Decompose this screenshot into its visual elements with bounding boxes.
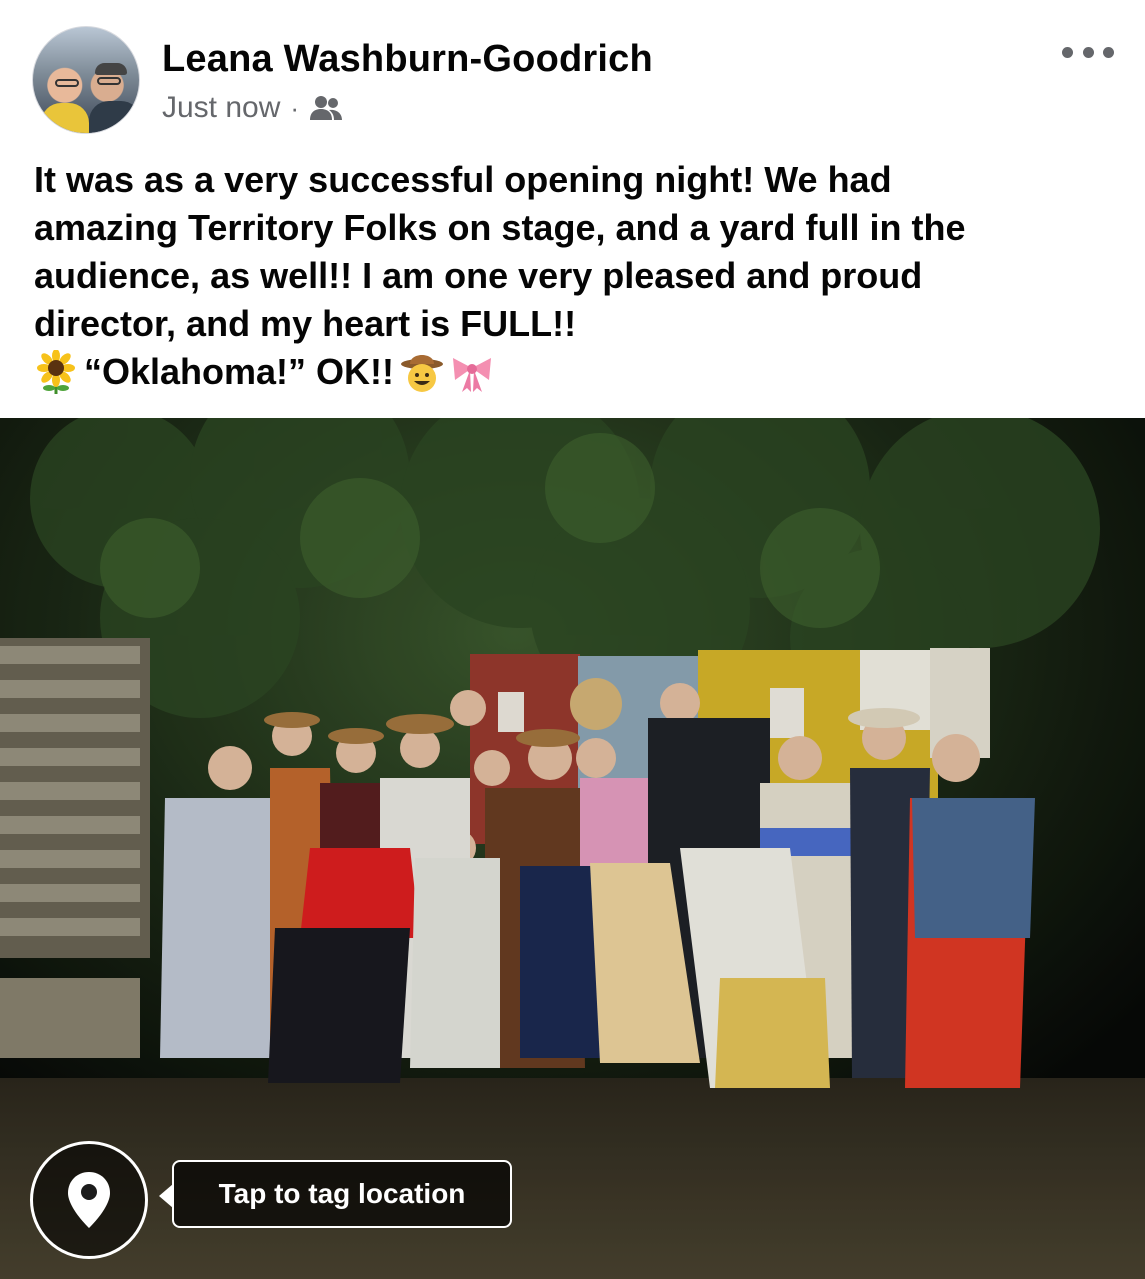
more-options-icon[interactable] [1062,36,1114,68]
meta-separator: · [290,92,300,123]
author-name[interactable]: Leana Washburn-Goodrich [162,38,653,81]
ribbon-emoji [453,358,492,392]
post-text-last-line: “Oklahoma!” OK!! [34,348,1124,396]
post-text-line: director, and my heart is FULL!! [34,303,577,344]
location-pin-icon[interactable] [30,1141,148,1259]
author-avatar[interactable] [32,26,140,134]
post-header: Leana Washburn-Goodrich Just now · [0,0,1145,150]
post-text-line: audience, as well!! I am one very please… [34,255,923,296]
tag-location-button[interactable]: Tap to tag location [159,1160,512,1228]
sunflower-emoji [37,350,75,394]
post-title-quote: “Oklahoma!” OK!! [84,351,395,392]
cast-group-photo [0,418,1145,1279]
friends-icon[interactable] [309,94,343,122]
post-text-line: It was as a very successful opening nigh… [34,159,892,200]
tag-location-label: Tap to tag location [218,1178,466,1209]
post-photo[interactable]: Tap to tag location [0,418,1145,1279]
post-text: It was as a very successful opening nigh… [34,156,1124,396]
post-text-line: amazing Territory Folks on stage, and a … [34,207,966,248]
post-meta: Just now · [162,90,343,126]
cowboy-face-emoji [401,355,444,392]
post-timestamp[interactable]: Just now [162,91,280,125]
